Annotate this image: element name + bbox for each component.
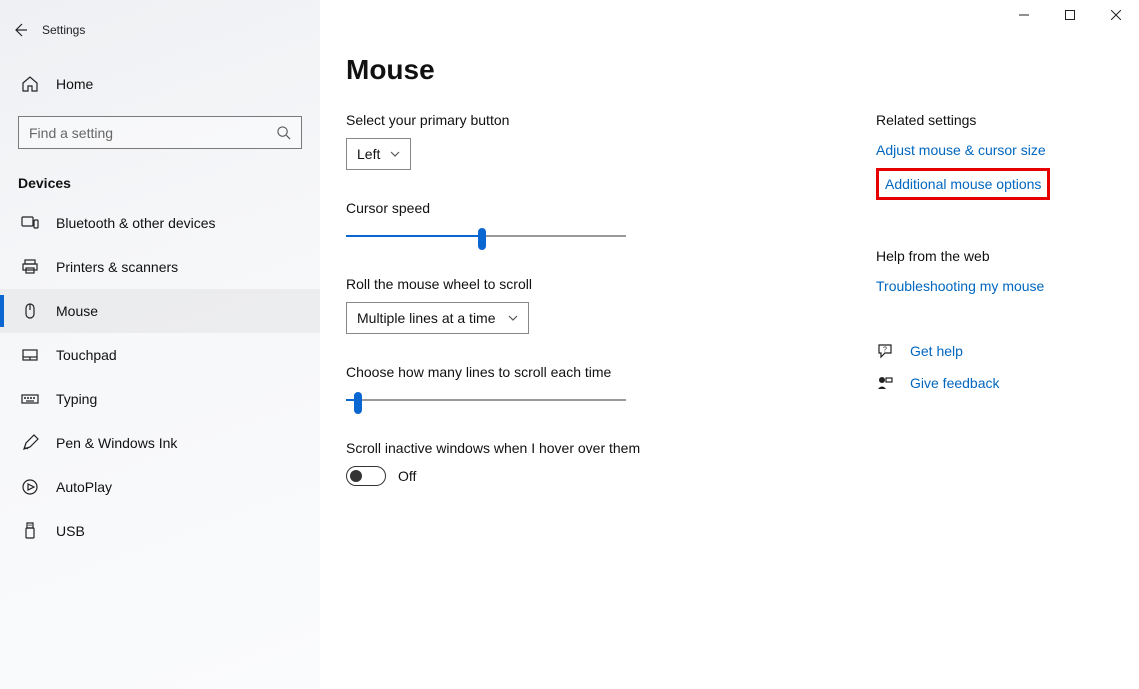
chevron-down-icon	[508, 313, 518, 323]
autoplay-icon	[21, 478, 39, 496]
close-icon	[1111, 10, 1121, 20]
search-placeholder: Find a setting	[29, 125, 113, 141]
sidebar-item-mouse[interactable]: Mouse	[0, 289, 320, 333]
app-title: Settings	[42, 23, 85, 37]
usb-icon	[21, 522, 39, 540]
give-feedback-label: Give feedback	[910, 375, 1000, 391]
primary-button-value: Left	[357, 146, 380, 162]
home-icon	[21, 75, 39, 93]
main-content: Mouse Select your primary button Left Cu…	[320, 0, 1139, 689]
sidebar-home-label: Home	[56, 76, 93, 92]
window-controls	[1001, 0, 1139, 30]
lines-each-slider[interactable]	[346, 390, 626, 410]
arrow-left-icon	[12, 22, 28, 38]
search-input[interactable]: Find a setting	[18, 116, 302, 149]
related-column: Related settings Adjust mouse & cursor s…	[876, 112, 1136, 516]
primary-button-label: Select your primary button	[346, 112, 846, 128]
sidebar-item-usb[interactable]: USB	[0, 509, 320, 553]
sidebar: Settings Home Find a setting Devices Blu…	[0, 0, 320, 689]
mouse-icon	[21, 302, 39, 320]
related-heading: Related settings	[876, 112, 1136, 128]
inactive-label: Scroll inactive windows when I hover ove…	[346, 440, 846, 456]
get-help-label: Get help	[910, 343, 963, 359]
sidebar-item-label: Printers & scanners	[56, 259, 178, 275]
slider-thumb[interactable]	[354, 392, 362, 414]
page-title: Mouse	[346, 54, 1139, 86]
link-adjust-mouse-size[interactable]: Adjust mouse & cursor size	[876, 142, 1136, 158]
devices-icon	[21, 214, 39, 232]
link-additional-mouse-options[interactable]: Additional mouse options	[876, 168, 1050, 200]
sidebar-item-label: AutoPlay	[56, 479, 112, 495]
sidebar-item-label: Pen & Windows Ink	[56, 435, 177, 451]
sidebar-item-bluetooth[interactable]: Bluetooth & other devices	[0, 201, 320, 245]
link-troubleshoot-mouse[interactable]: Troubleshooting my mouse	[876, 278, 1136, 294]
nav-category: Devices	[18, 175, 320, 191]
sidebar-item-touchpad[interactable]: Touchpad	[0, 333, 320, 377]
keyboard-icon	[21, 390, 39, 408]
webhelp-heading: Help from the web	[876, 248, 1136, 264]
primary-button-dropdown[interactable]: Left	[346, 138, 411, 170]
sidebar-item-pen[interactable]: Pen & Windows Ink	[0, 421, 320, 465]
sidebar-item-label: Typing	[56, 391, 97, 407]
chat-help-icon: ?	[876, 342, 894, 360]
search-icon	[276, 125, 291, 140]
get-help-row[interactable]: ? Get help	[876, 342, 1136, 360]
sidebar-item-label: Mouse	[56, 303, 98, 319]
feedback-icon	[876, 374, 894, 392]
pen-icon	[21, 434, 39, 452]
wheel-scroll-dropdown[interactable]: Multiple lines at a time	[346, 302, 529, 334]
sidebar-item-label: Bluetooth & other devices	[56, 215, 216, 231]
sidebar-item-label: Touchpad	[56, 347, 117, 363]
sidebar-home[interactable]: Home	[0, 64, 320, 104]
settings-column: Select your primary button Left Cursor s…	[346, 112, 846, 516]
chevron-down-icon	[390, 149, 400, 159]
titlebar-left: Settings	[0, 10, 320, 50]
cursor-speed-label: Cursor speed	[346, 200, 846, 216]
slider-thumb[interactable]	[478, 228, 486, 250]
sidebar-item-autoplay[interactable]: AutoPlay	[0, 465, 320, 509]
close-button[interactable]	[1093, 0, 1139, 30]
svg-text:?: ?	[883, 347, 887, 354]
inactive-toggle[interactable]	[346, 466, 386, 486]
sidebar-item-label: USB	[56, 523, 85, 539]
minimize-button[interactable]	[1001, 0, 1047, 30]
minimize-icon	[1019, 10, 1029, 20]
sidebar-item-typing[interactable]: Typing	[0, 377, 320, 421]
back-button[interactable]	[0, 10, 40, 50]
give-feedback-row[interactable]: Give feedback	[876, 374, 1136, 392]
lines-each-label: Choose how many lines to scroll each tim…	[346, 364, 846, 380]
touchpad-icon	[21, 346, 39, 364]
printer-icon	[21, 258, 39, 276]
maximize-icon	[1065, 10, 1075, 20]
cursor-speed-slider[interactable]	[346, 226, 626, 246]
inactive-state: Off	[398, 468, 416, 484]
maximize-button[interactable]	[1047, 0, 1093, 30]
sidebar-item-printers[interactable]: Printers & scanners	[0, 245, 320, 289]
wheel-scroll-label: Roll the mouse wheel to scroll	[346, 276, 846, 292]
wheel-scroll-value: Multiple lines at a time	[357, 310, 496, 326]
